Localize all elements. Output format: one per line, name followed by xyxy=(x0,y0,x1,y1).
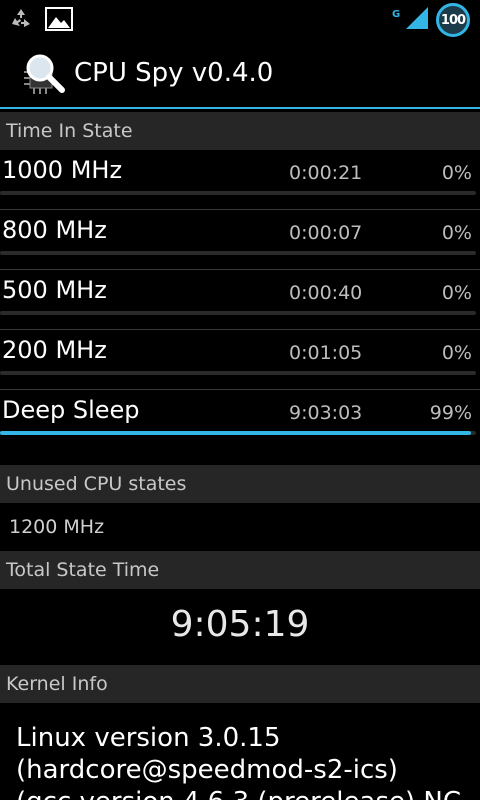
unused-state-item: 1200 MHz xyxy=(9,516,105,538)
state-time: 0:00:07 xyxy=(289,222,363,244)
state-progress-bar xyxy=(0,191,476,195)
state-progress-bar xyxy=(0,371,476,375)
state-time: 0:00:21 xyxy=(289,162,363,184)
state-name: Deep Sleep xyxy=(2,396,140,424)
state-percent: 0% xyxy=(441,342,472,364)
status-bar: G 100 xyxy=(0,0,480,38)
state-row[interactable]: 200 MHz 0:01:05 0% xyxy=(0,330,480,390)
state-progress-bar xyxy=(0,311,476,315)
network-type-label: G xyxy=(392,9,401,20)
state-progress-fill xyxy=(0,431,472,435)
battery-level: 100 xyxy=(440,12,466,28)
state-percent: 0% xyxy=(441,162,472,184)
state-time: 9:03:03 xyxy=(289,402,363,424)
app-logo-icon xyxy=(22,52,66,96)
total-state-time: 9:05:19 xyxy=(170,604,310,645)
state-row[interactable]: Deep Sleep 9:03:03 99% xyxy=(0,390,480,450)
action-bar: CPU Spy v0.4.0 xyxy=(0,38,480,108)
state-name: 1000 MHz xyxy=(2,156,123,184)
state-percent: 0% xyxy=(441,222,472,244)
unused-states-header: Unused CPU states xyxy=(0,465,480,503)
state-time: 0:00:40 xyxy=(289,282,363,304)
state-progress-bar xyxy=(0,431,476,435)
signal-icon: G xyxy=(392,5,430,35)
recycle-icon xyxy=(8,6,34,36)
state-time: 0:01:05 xyxy=(289,342,363,364)
state-name: 500 MHz xyxy=(2,276,107,304)
state-progress-bar xyxy=(0,251,476,255)
app-title: CPU Spy v0.4.0 xyxy=(74,58,274,88)
state-row[interactable]: 500 MHz 0:00:40 0% xyxy=(0,270,480,330)
kernel-info-header: Kernel Info xyxy=(0,665,480,703)
total-time-header: Total State Time xyxy=(0,551,480,589)
state-row[interactable]: 800 MHz 0:00:07 0% xyxy=(0,210,480,270)
state-name: 200 MHz xyxy=(2,336,107,364)
state-percent: 99% xyxy=(429,402,472,424)
battery-icon: 100 xyxy=(436,3,470,37)
kernel-info-text: Linux version 3.0.15 (hardcore@speedmod-… xyxy=(16,723,461,800)
action-bar-divider xyxy=(0,107,480,109)
image-icon xyxy=(44,6,74,36)
time-in-state-header: Time In State xyxy=(0,112,480,150)
state-name: 800 MHz xyxy=(2,216,107,244)
state-row[interactable]: 1000 MHz 0:00:21 0% xyxy=(0,150,480,210)
state-percent: 0% xyxy=(441,282,472,304)
